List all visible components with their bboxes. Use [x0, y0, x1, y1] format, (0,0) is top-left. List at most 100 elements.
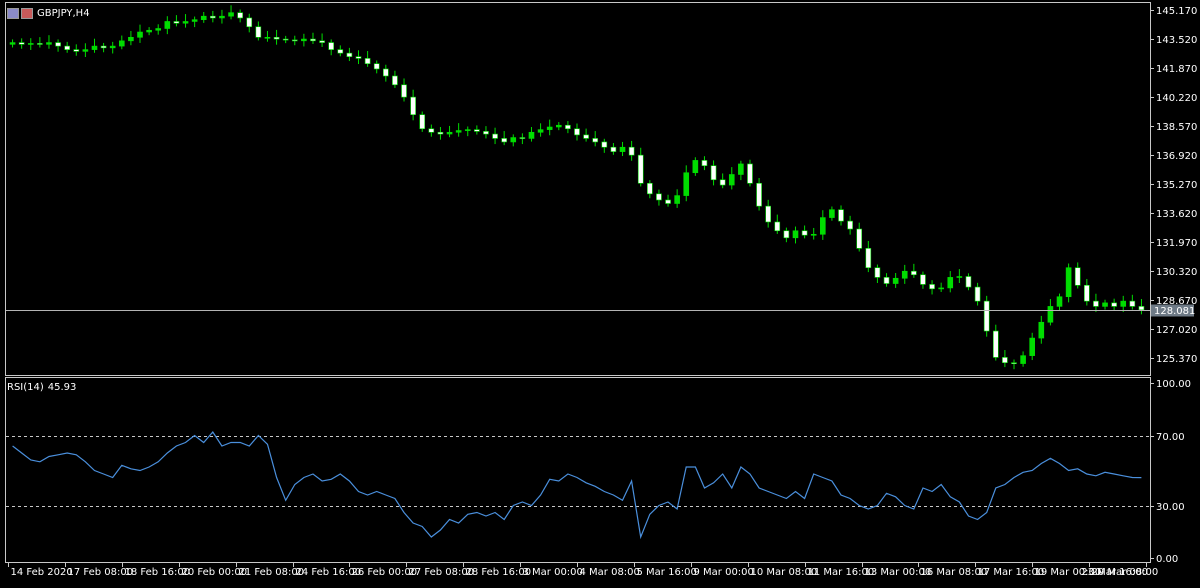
bear-candle [237, 12, 243, 19]
bull-candle [191, 19, 198, 22]
time-tick-label: 26 Feb 00:00 [352, 567, 418, 578]
price-tick-label: 138.570 [1156, 122, 1197, 133]
price-tick-label: 140.220 [1156, 93, 1197, 104]
bear-candle [565, 124, 571, 130]
time-tick-label: 4 Mar 08:00 [580, 567, 640, 578]
bull-candle [118, 40, 125, 47]
bear-candle [665, 199, 671, 204]
bull-candle [1056, 296, 1063, 307]
bear-candle [965, 276, 972, 288]
price-tick-label: 131.970 [1156, 238, 1197, 249]
bear-candle [310, 38, 316, 42]
bull-candle [956, 276, 963, 278]
bear-candle [710, 165, 717, 181]
bull-candle [619, 146, 626, 152]
bear-candle [364, 58, 371, 64]
price-tick-label: 125.370 [1156, 354, 1197, 365]
bear-candle [1111, 302, 1117, 307]
time-tick-label: 9 Mar 00:00 [694, 567, 754, 578]
time-axis: 14 Feb 202017 Feb 08:0018 Feb 16:0020 Fe… [8, 563, 1158, 578]
bear-candle [1011, 362, 1017, 364]
bull-candle [109, 45, 116, 49]
time-tick-label: 14 Feb 2020 [11, 567, 73, 578]
rsi-tick-label: 30.00 [1156, 502, 1185, 513]
bear-candle [628, 146, 635, 156]
bear-candle [383, 68, 389, 77]
time-tick-label: 27 Feb 08:00 [409, 567, 475, 578]
bull-candle [829, 209, 835, 218]
bear-candle [701, 160, 708, 166]
rsi-value: 45.93 [47, 382, 77, 393]
bear-candle [1084, 284, 1090, 302]
chart-window: 145.170 143.520 141.870 140.220 138.570 136.9… [0, 0, 1200, 584]
bear-candle [719, 179, 726, 186]
bear-candle [838, 209, 844, 222]
time-tick-label: 23 Mar 16:00 [1081, 567, 1148, 578]
bear-candle [328, 42, 334, 50]
bear-candle [282, 38, 289, 41]
bull-candle [155, 28, 162, 31]
bear-candle [920, 274, 926, 285]
current-price-line: 128.081 [6, 304, 1195, 317]
bear-candle [492, 133, 498, 139]
bear-candle [883, 277, 890, 284]
bear-candle [428, 128, 435, 133]
bull-candle [164, 21, 171, 29]
bear-candle [410, 96, 416, 115]
bull-candle [91, 45, 98, 50]
bear-candle [401, 84, 407, 98]
rsi-tick-label: 100.00 [1156, 379, 1191, 390]
bear-candle [1074, 267, 1081, 286]
bear-candle [246, 17, 253, 28]
price-tick-label: 145.170 [1156, 6, 1197, 17]
bull-candle [510, 137, 517, 143]
bull-candle [128, 36, 134, 42]
bull-candle [82, 49, 89, 52]
bear-candle [255, 26, 262, 38]
bear-candle [929, 284, 935, 290]
time-tick-label: 18 Feb 16:00 [125, 567, 191, 578]
bear-candle [319, 40, 325, 43]
bull-candle [137, 31, 143, 38]
bear-candle [1002, 357, 1008, 363]
bear-candle [37, 43, 43, 45]
window-icon[interactable] [7, 7, 19, 19]
bear-candle [1138, 306, 1145, 311]
chart-canvas[interactable]: 145.170 143.520 141.870 140.220 138.570 136.9… [0, 0, 1200, 584]
price-tick-label: 127.020 [1156, 325, 1197, 336]
bear-candle [373, 63, 380, 70]
bull-candle [692, 160, 699, 174]
bear-candle [856, 228, 863, 249]
bear-candle [983, 300, 990, 332]
bear-candle [974, 286, 981, 302]
bear-candle [747, 163, 753, 184]
price-tick-label: 130.320 [1156, 267, 1197, 278]
rsi-indicator-label: RSI(14) 45.93 [7, 382, 76, 393]
bear-candle [583, 134, 589, 139]
bull-candle [528, 131, 535, 139]
bull-candle [938, 287, 944, 290]
current-price-label: 128.081 [1154, 306, 1195, 317]
bear-candle [64, 45, 70, 50]
bull-candle [1038, 321, 1045, 339]
time-tick-label: 5 Mar 16:00 [637, 567, 697, 578]
bull-candle [810, 233, 817, 236]
bull-candle [1020, 355, 1026, 364]
price-tick-label: 135.270 [1156, 180, 1197, 191]
bear-candle [474, 129, 480, 132]
flag-icon[interactable] [21, 7, 33, 19]
bull-candle [892, 277, 899, 284]
bull-candle [1102, 302, 1108, 307]
bull-candle [27, 43, 34, 45]
bear-candle [774, 221, 781, 232]
bear-candle [55, 42, 61, 47]
bull-candle [1047, 306, 1054, 323]
bull-candle [683, 172, 690, 196]
bull-candle [219, 15, 225, 19]
time-tick-label: 28 Feb 16:00 [466, 567, 532, 578]
rsi-levels [6, 436, 1150, 507]
bull-candle [46, 42, 52, 45]
time-tick-label: 21 Feb 08:00 [239, 567, 305, 578]
bear-candle [647, 182, 653, 195]
time-tick-label: 20 Feb 00:00 [182, 567, 248, 578]
